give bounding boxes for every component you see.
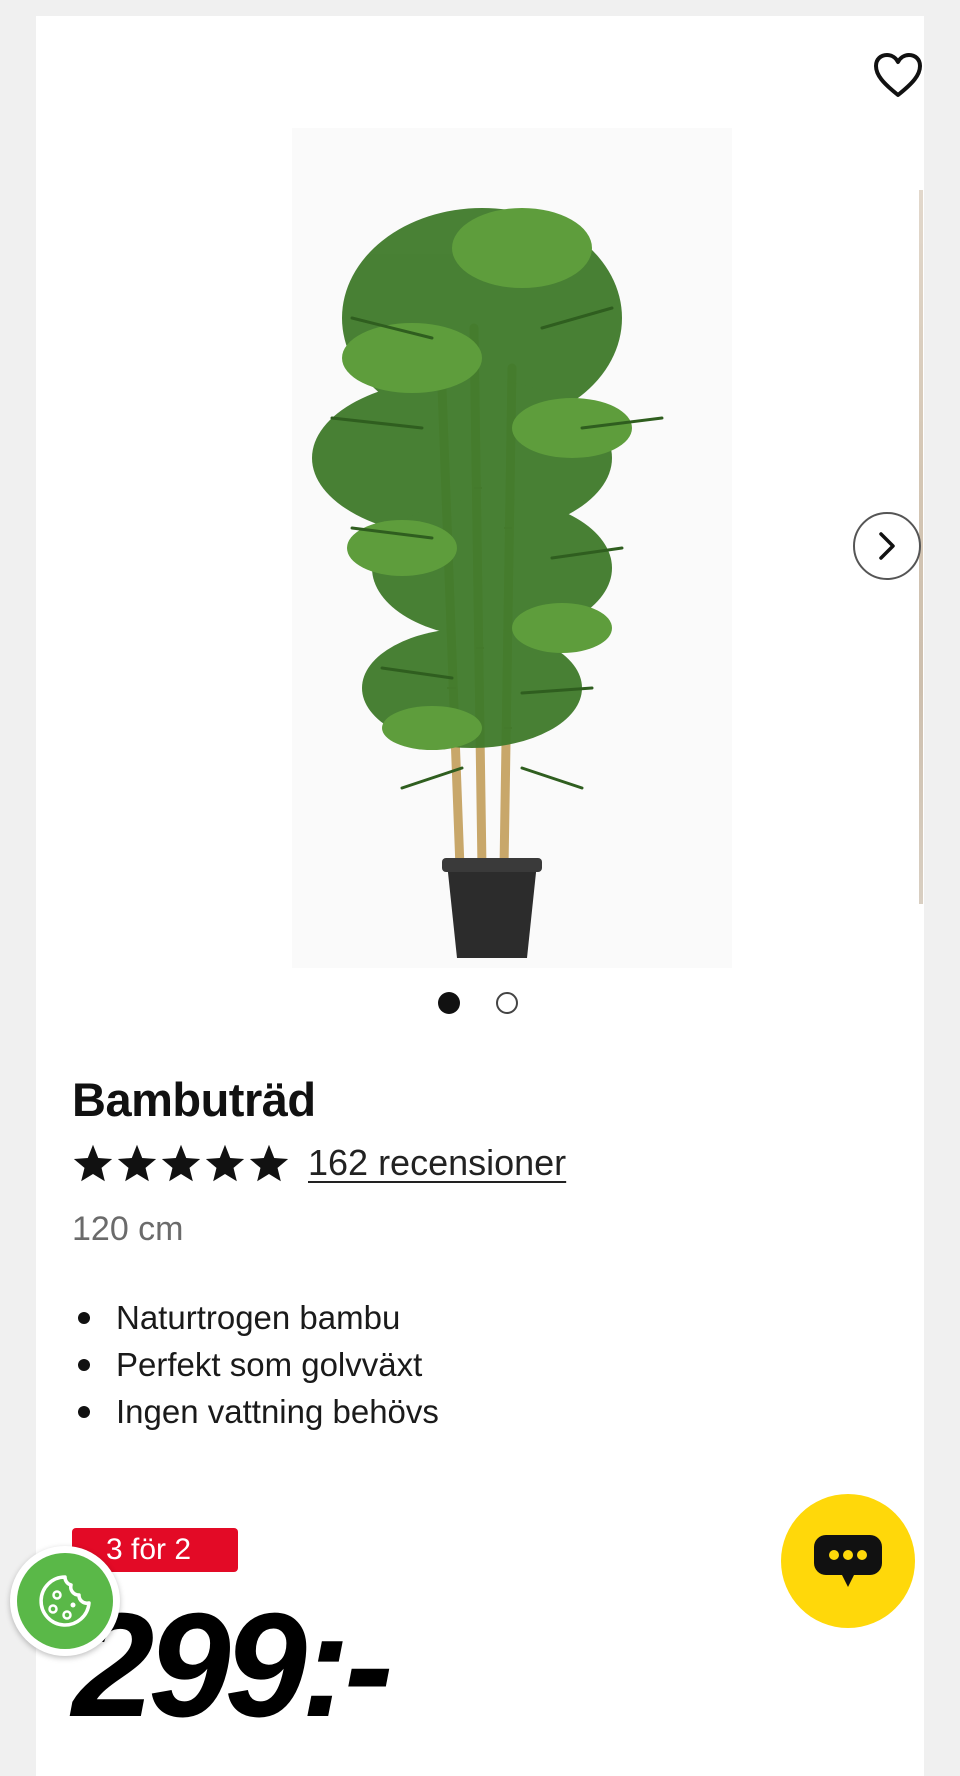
feature-item: Ingen vattning behövs — [72, 1388, 439, 1435]
chat-bubble-icon — [814, 1535, 882, 1587]
heart-icon — [874, 53, 922, 97]
bullet-icon — [78, 1312, 90, 1324]
bamboo-plant-image — [312, 208, 664, 958]
gallery-pagination — [438, 992, 518, 1014]
next-image-button[interactable] — [853, 512, 921, 580]
star-icon — [205, 1144, 245, 1182]
chevron-right-icon — [879, 532, 895, 560]
feature-item: Perfekt som golvväxt — [72, 1341, 439, 1388]
star-icon — [161, 1144, 201, 1182]
feature-item: Naturtrogen bambu — [72, 1294, 439, 1341]
star-icon — [117, 1144, 157, 1182]
reviews-link[interactable]: 162 recensioner — [308, 1142, 566, 1184]
pagination-dot-1[interactable] — [438, 992, 460, 1014]
cookie-button-circle — [17, 1553, 113, 1649]
chat-button[interactable] — [781, 1494, 915, 1628]
product-price: 299:- — [72, 1583, 394, 1748]
product-size: 120 cm — [72, 1210, 184, 1248]
pagination-dot-2[interactable] — [496, 992, 518, 1014]
favorite-button[interactable] — [872, 52, 924, 100]
star-icon — [73, 1144, 113, 1182]
cookie-icon — [39, 1575, 91, 1627]
bullet-icon — [78, 1406, 90, 1418]
feature-text: Naturtrogen bambu — [116, 1299, 401, 1336]
feature-list: Naturtrogen bambu Perfekt som golvväxt I… — [72, 1294, 439, 1435]
feature-text: Perfekt som golvväxt — [116, 1346, 423, 1383]
rating-stars — [72, 1143, 290, 1183]
feature-text: Ingen vattning behövs — [116, 1393, 439, 1430]
product-card — [36, 16, 924, 1776]
product-image[interactable] — [292, 128, 732, 968]
cookie-settings-button[interactable] — [10, 1546, 120, 1656]
product-title: Bambuträd — [72, 1073, 316, 1126]
product-rating: 162 recensioner — [72, 1142, 566, 1184]
bullet-icon — [78, 1359, 90, 1371]
star-icon — [249, 1144, 289, 1182]
